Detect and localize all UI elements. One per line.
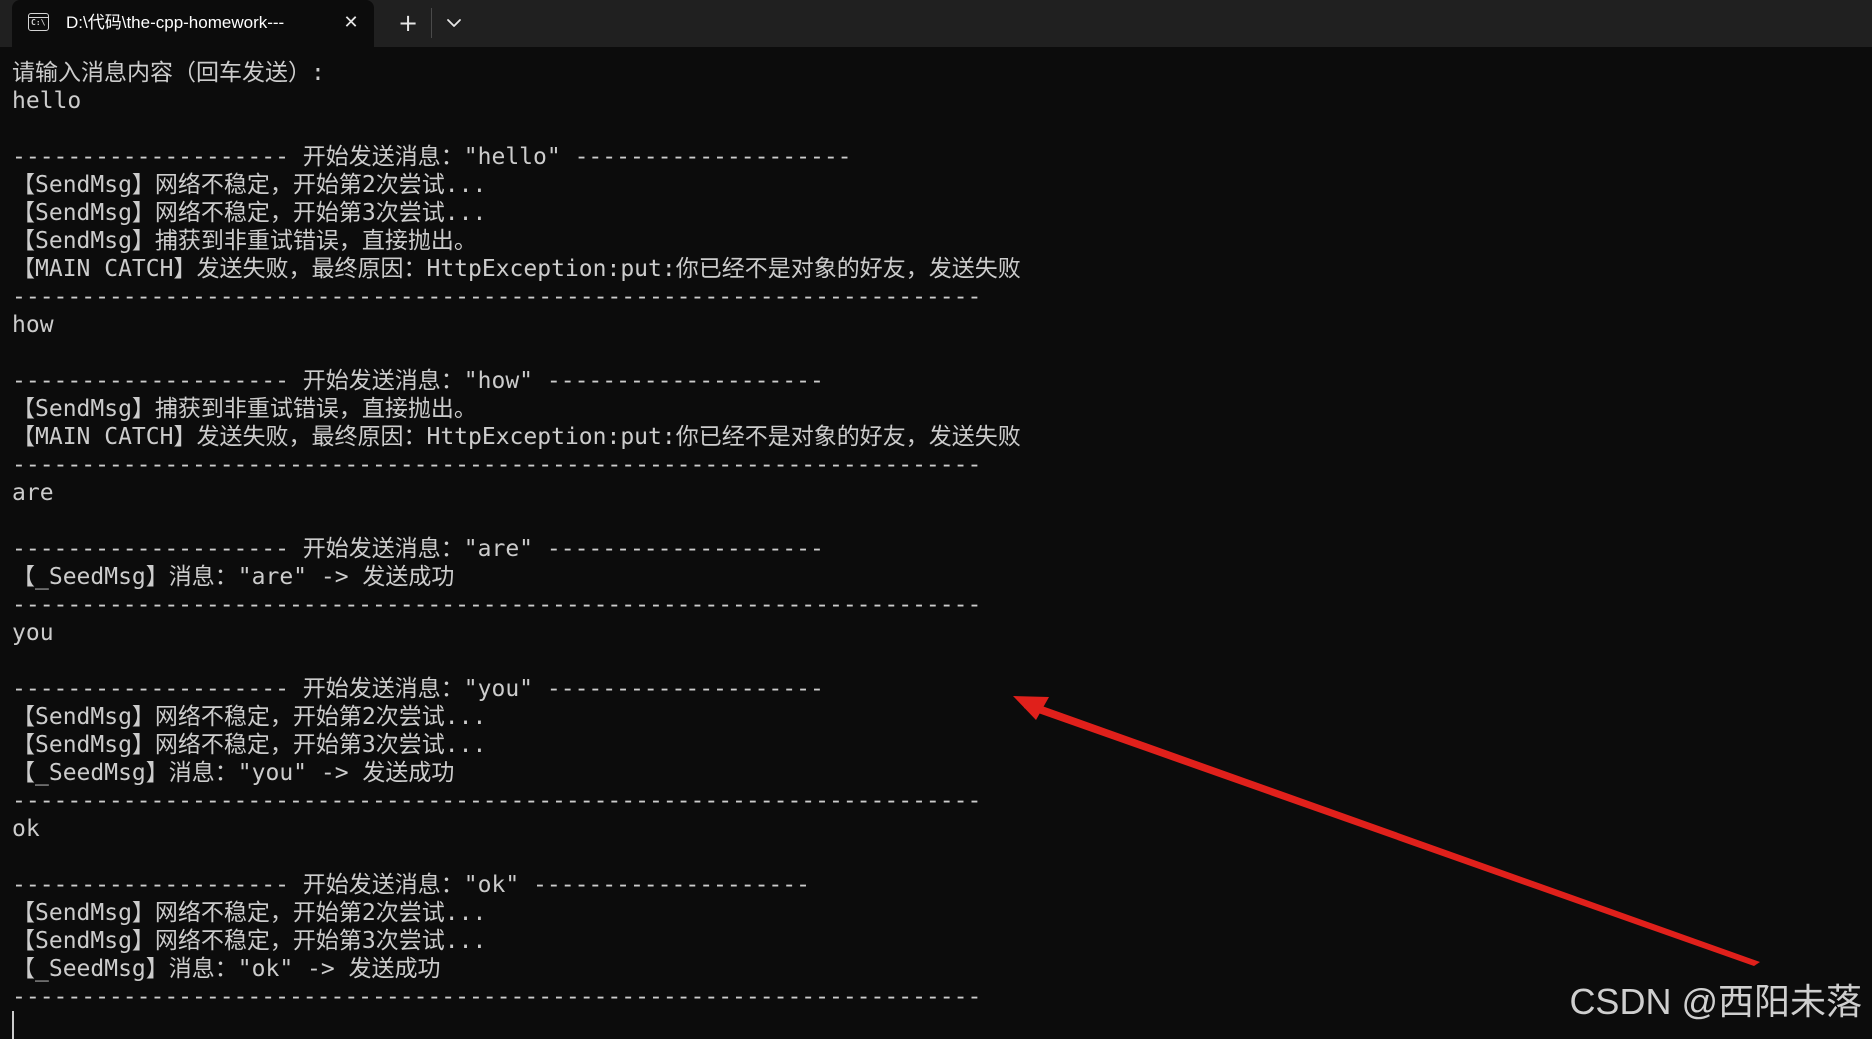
watermark: CSDN @西阳未落 — [1569, 981, 1862, 1022]
terminal-line: are — [12, 480, 54, 506]
terminal-line: 【SendMsg】捕获到非重试错误，直接抛出。 — [12, 228, 477, 254]
close-icon[interactable]: ✕ — [340, 12, 362, 34]
terminal-tab[interactable]: C:\ D:\代码\the-cpp-homework--- ✕ — [12, 0, 374, 47]
terminal-line: -------------------- 开始发送消息："how" ------… — [12, 368, 824, 394]
tab-title: D:\代码\the-cpp-homework--- — [66, 13, 285, 32]
terminal-line: ----------------------------------------… — [12, 284, 982, 310]
terminal-line: 【MAIN CATCH】发送失败，最终原因：HttpException:put:… — [12, 256, 1021, 282]
terminal-line: ----------------------------------------… — [12, 592, 982, 618]
terminal-line: -------------------- 开始发送消息："you" ------… — [12, 676, 824, 702]
terminal-line: ----------------------------------------… — [12, 452, 982, 478]
tab-divider — [431, 8, 432, 38]
terminal-output-area[interactable]: 请输入消息内容（回车发送）: hello -------------------- … — [0, 47, 1872, 1039]
terminal-line: 【MAIN CATCH】发送失败，最终原因：HttpException:put:… — [12, 424, 1021, 450]
terminal-line: 【SendMsg】网络不稳定，开始第2次尝试... — [12, 900, 487, 926]
plus-icon[interactable]: + — [394, 9, 422, 37]
chevron-down-icon[interactable] — [442, 10, 466, 36]
terminal-line: 【SendMsg】网络不稳定，开始第3次尝试... — [12, 928, 487, 954]
terminal-line: how — [12, 312, 54, 338]
terminal-line: 【_SeedMsg】消息："are" -> 发送成功 — [12, 564, 455, 590]
terminal-line: -------------------- 开始发送消息："ok" -------… — [12, 872, 810, 898]
terminal-line: 【SendMsg】网络不稳定，开始第2次尝试... — [12, 704, 487, 730]
terminal-line: 【_SeedMsg】消息："you" -> 发送成功 — [12, 760, 455, 786]
terminal-line: ok — [12, 816, 40, 842]
terminal-line: ----------------------------------------… — [12, 788, 982, 814]
terminal-icon: C:\ — [28, 13, 49, 31]
terminal-line: hello — [12, 88, 82, 114]
terminal-line: 【_SeedMsg】消息："ok" -> 发送成功 — [12, 956, 441, 982]
terminal-line: you — [12, 620, 54, 646]
terminal-line: -------------------- 开始发送消息："hello" ----… — [12, 144, 852, 170]
terminal-line: -------------------- 开始发送消息："are" ------… — [12, 536, 824, 562]
terminal-line: 【SendMsg】网络不稳定，开始第2次尝试... — [12, 172, 487, 198]
terminal-icon-text: C:\ — [31, 18, 46, 27]
terminal-line: 【SendMsg】网络不稳定，开始第3次尝试... — [12, 200, 487, 226]
terminal-line: 【SendMsg】网络不稳定，开始第3次尝试... — [12, 732, 487, 758]
terminal-line: 【SendMsg】捕获到非重试错误，直接抛出。 — [12, 396, 477, 422]
terminal-line: 请输入消息内容（回车发送）: — [12, 60, 325, 86]
tab-bar: C:\ D:\代码\the-cpp-homework--- ✕ + — [0, 0, 1872, 47]
text-cursor — [12, 1011, 14, 1039]
terminal-line: ----------------------------------------… — [12, 984, 982, 1010]
terminal-lines: 请输入消息内容（回车发送）: hello -------------------- … — [12, 59, 1021, 1011]
